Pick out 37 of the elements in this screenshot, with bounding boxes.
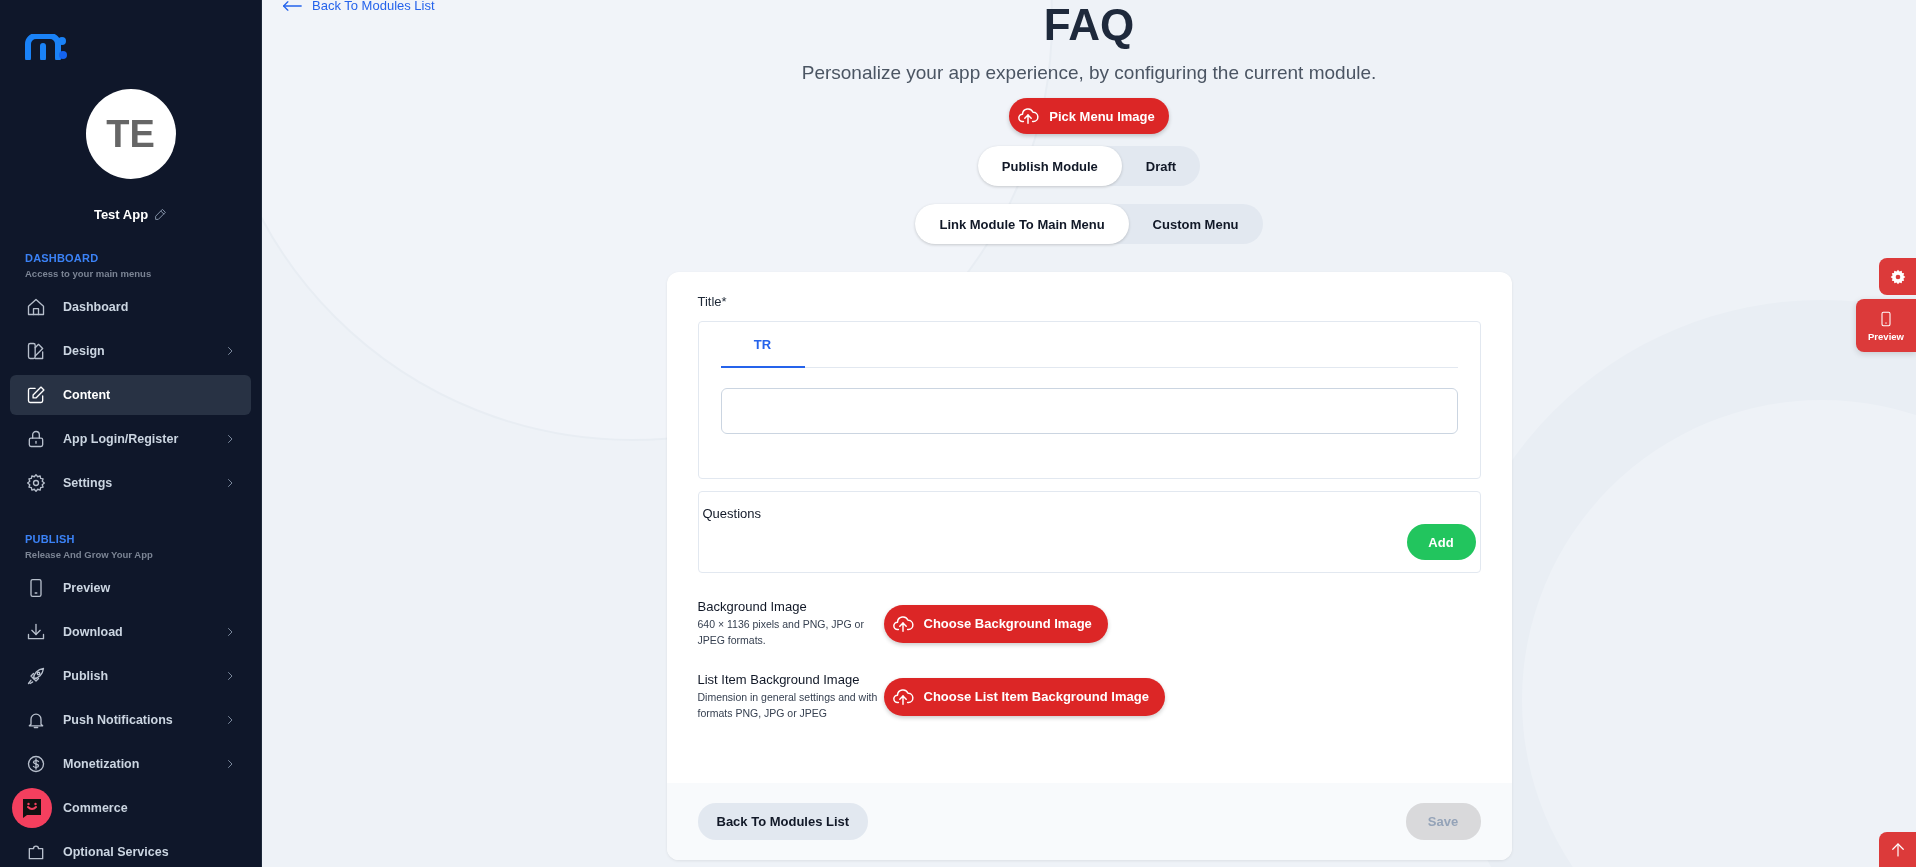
back-link[interactable]: Back To Modules List xyxy=(282,0,435,13)
page-title: FAQ xyxy=(1043,0,1135,50)
sidebar-item[interactable]: Content xyxy=(10,375,251,415)
app-name: Test App xyxy=(93,207,149,222)
sidebar-item[interactable]: Preview xyxy=(10,568,251,608)
field-label: Title* xyxy=(697,294,728,309)
image-label: List Item Background Image xyxy=(697,672,861,687)
sidebar-item[interactable]: Optional Services xyxy=(10,832,251,867)
image-hint: 640 × 1136 pixels and PNG, JPG or JPEG formats. xyxy=(697,617,865,648)
section-heading: DASHBOARD xyxy=(25,252,100,264)
choose-image-button[interactable]: Choose List Item Background Image xyxy=(883,677,1165,716)
language-tab[interactable]: TR xyxy=(720,322,805,368)
sidebar-item[interactable]: Design xyxy=(10,331,251,371)
sidebar-item[interactable]: Dashboard xyxy=(10,287,251,327)
section-subtitle: Release And Grow Your App xyxy=(25,549,154,560)
section-heading: PUBLISH xyxy=(25,533,76,545)
back-button[interactable]: Back To Modules List xyxy=(697,803,869,840)
sidebar-item[interactable]: Settings xyxy=(10,463,251,503)
sidebar-item[interactable]: Monetization xyxy=(10,744,251,784)
toggle-option[interactable]: Custom Menu xyxy=(1128,204,1263,244)
preview-button[interactable]: Preview xyxy=(1856,299,1916,352)
pick-menu-image-button[interactable]: Pick Menu Image xyxy=(1009,98,1169,134)
sidebar-item[interactable]: App Login/Register xyxy=(10,419,251,459)
app-avatar: TE xyxy=(85,89,176,179)
image-label: Background Image xyxy=(697,599,808,614)
sidebar-item[interactable]: Publish xyxy=(10,656,251,696)
sidebar-item[interactable]: Commerce xyxy=(54,788,251,828)
toggle-option[interactable]: Link Module To Main Menu xyxy=(915,204,1129,244)
section-subtitle: Access to your main menus xyxy=(25,268,153,279)
toggle-option[interactable]: Publish Module xyxy=(977,146,1122,186)
questions-label: Questions xyxy=(702,506,763,521)
page-subtitle: Personalize your app experience, by configuring the current module. xyxy=(801,62,1377,84)
image-hint: Dimension in general settings and with formats PNG, JPG or JPEG xyxy=(697,690,879,721)
sidebar-item[interactable]: Download xyxy=(10,612,251,652)
toggle-option[interactable]: Draft xyxy=(1121,146,1201,186)
choose-image-button[interactable]: Choose Background Image xyxy=(883,604,1108,643)
sidebar-item[interactable]: Push Notifications xyxy=(10,700,251,740)
